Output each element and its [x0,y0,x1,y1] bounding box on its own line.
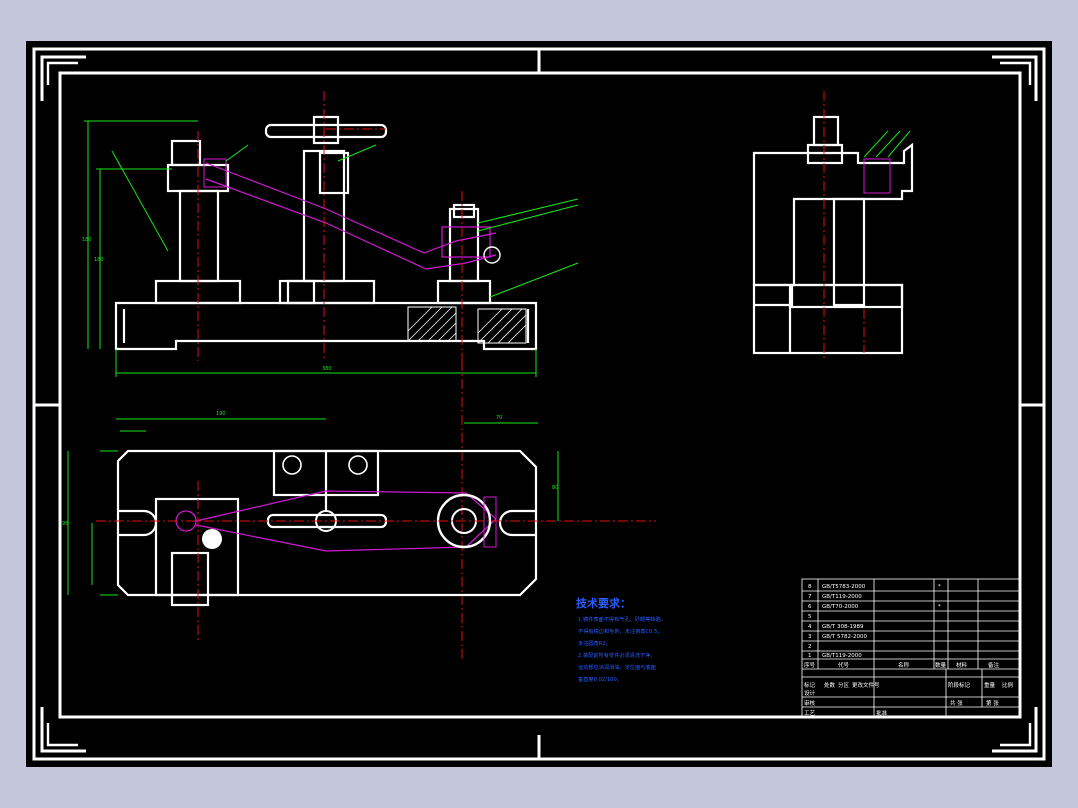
svg-text:180: 180 [82,237,92,243]
tech-req-line: 2.装配前所有零件必须清洗干净， [578,651,656,659]
top-view: 190 70 95 80 [62,411,656,641]
bom-header: 备注 [988,661,1000,669]
sheet-frame [32,47,1046,761]
tb-label: 工艺 [804,710,816,717]
drawing-canvas: 180 180 380 190 70 95 80 技术要求： 1.铸件表面不得有… [32,47,1046,761]
bom-qty: * [938,584,941,590]
tb-scale: 比例 [1002,681,1014,689]
bom-header: 材料 [956,661,968,669]
title-block: 8 GB/T5783-2000 7 GB/T119-2000 6 GB/T70-… [801,578,1021,718]
tb-label: 更改文件号 [852,681,880,689]
tech-req-line: 未注圆角R2。 [578,639,611,647]
bom-code: GB/T5783-2000 [822,584,866,590]
tech-req-line: 垂直度0.02/100。 [578,675,622,683]
bom-header: 代号 [838,661,850,669]
bom-no: 6 [808,604,812,610]
bom-no: 4 [808,624,812,630]
tb-stage: 阶段标记 [948,681,971,689]
side-view [752,91,914,361]
bom-table: 8 GB/T5783-2000 7 GB/T119-2000 6 GB/T70-… [802,579,1020,670]
bom-code: GB/T 5782-2000 [822,634,867,640]
bom-no: 3 [808,634,812,640]
bom-no: 2 [808,644,812,650]
svg-text:70: 70 [496,415,502,421]
tb-label: 设计 [804,689,816,697]
tb-label: 分区 [838,681,850,689]
bom-header: 数量 [935,661,947,669]
bom-header: 名称 [898,661,910,669]
bom-code: GB/T 308-1989 [822,624,864,630]
tech-req-line: 不得有锐边和毛刺，未注倒角C0.5， [578,627,663,635]
bom-header: 序号 [804,661,816,669]
bom-code: GB/T119-2000 [822,653,862,659]
tb-sheets: 共 张 [950,699,963,707]
bom-no: 1 [808,653,812,659]
tb-approve: 批准 [876,709,888,717]
bom-qty: * [938,604,941,610]
bom-code: GB/T119-2000 [822,594,862,600]
svg-text:190: 190 [216,411,226,417]
tb-label: 处数 [824,681,836,689]
tech-requirements: 技术要求： 1.铸件表面不得有气孔、砂眼等缺陷， 不得有锐边和毛刺，未注倒角C0… [576,596,666,683]
tb-sheet-no: 第 张 [986,699,999,707]
tech-req-title: 技术要求： [576,596,631,610]
tb-label: 标记 [804,681,816,689]
svg-text:80: 80 [552,485,558,491]
bom-no: 8 [808,584,812,590]
bom-no: 7 [808,594,812,600]
tb-weight: 重量 [984,681,996,689]
cad-viewport[interactable]: 180 180 380 190 70 95 80 技术要求： 1.铸件表面不得有… [26,41,1052,767]
bom-code: GB/T70-2000 [822,604,859,610]
tech-req-line: 1.铸件表面不得有气孔、砂眼等缺陷， [578,615,666,623]
svg-text:380: 380 [322,366,332,372]
tech-req-line: 运动部位涂润滑油，定位面与底面 [578,663,656,671]
tb-label: 审核 [804,699,816,707]
svg-text:180: 180 [94,257,104,263]
bom-no: 5 [808,614,812,620]
svg-text:95: 95 [62,521,68,527]
